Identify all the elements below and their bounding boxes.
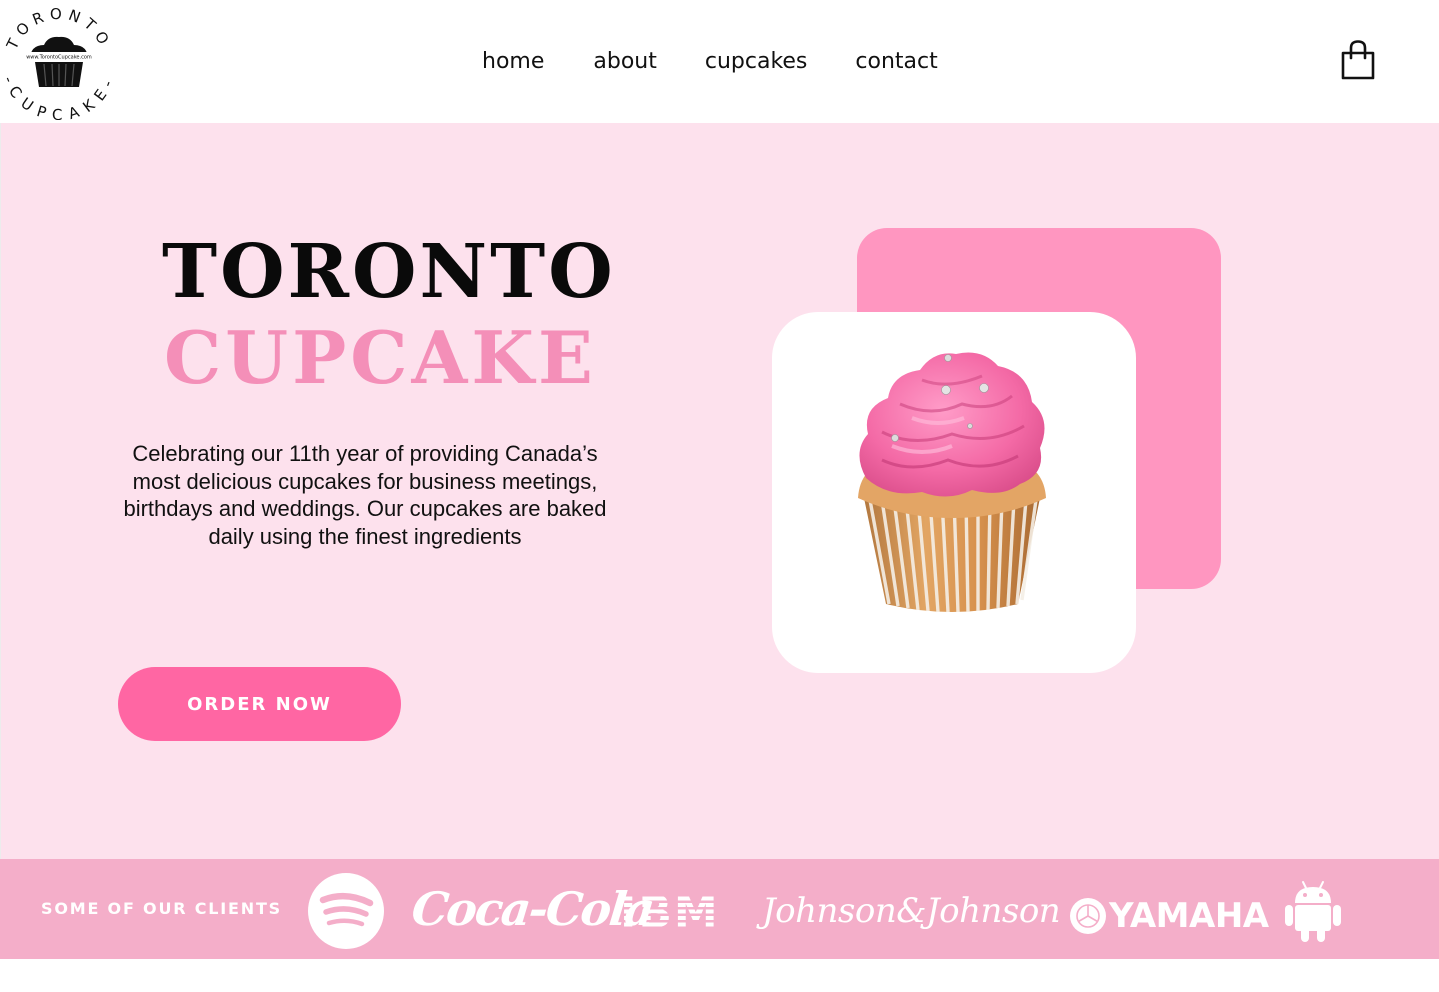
nav-cupcakes-link[interactable]: cupcakes — [705, 46, 808, 78]
shopping-bag-icon[interactable] — [1340, 39, 1376, 81]
page-bottom-strip — [0, 959, 1439, 992]
spotify-logo-icon — [308, 873, 384, 949]
coca-cola-logo: Coca-Cola — [409, 877, 655, 941]
logo-url-text: www.TorontoCupcake.com — [26, 55, 92, 61]
ibm-logo: IBM — [620, 890, 728, 936]
hero-title-line1: TORONTO — [162, 229, 616, 315]
ibm-logo-text: IBM — [620, 890, 728, 936]
yamaha-logo: YAMAHA — [1070, 895, 1269, 937]
nav-about-link[interactable]: about — [593, 46, 656, 78]
main-nav: home about cupcakes contact — [482, 46, 938, 78]
nav-contact-link[interactable]: contact — [855, 46, 937, 78]
coca-cola-logo-text: Coca-Cola — [409, 882, 656, 936]
yamaha-logo-text: YAMAHA — [1109, 896, 1269, 936]
android-logo-icon — [1284, 879, 1342, 943]
order-now-button[interactable]: ORDER NOW — [118, 667, 401, 741]
brand-logo[interactable]: TORONTO -CUPCAKE- www.TorontoCupcake.com — [0, 2, 118, 124]
cupcake-logo-icon: TORONTO -CUPCAKE- www.TorontoCupcake.com — [0, 5, 114, 124]
johnson-johnson-logo: Johnson&Johnson — [762, 883, 1061, 939]
site-header: TORONTO -CUPCAKE- www.TorontoCupcake.com… — [0, 0, 1439, 124]
nav-home-link[interactable]: home — [482, 46, 544, 78]
cupcake-image — [858, 352, 1046, 613]
hero-title-line2: CUPCAKE — [164, 315, 597, 400]
clients-band: SOME OF OUR CLIENTS Coca-Cola IBM Johnso… — [0, 859, 1439, 959]
hero-description: Celebrating our 11th year of providing C… — [123, 441, 607, 549]
yamaha-tuning-fork-icon — [1070, 898, 1106, 934]
cupcake-image-card — [772, 312, 1136, 673]
johnson-johnson-logo-text: Johnson&Johnson — [762, 891, 1061, 931]
clients-label: SOME OF OUR CLIENTS — [41, 899, 282, 918]
